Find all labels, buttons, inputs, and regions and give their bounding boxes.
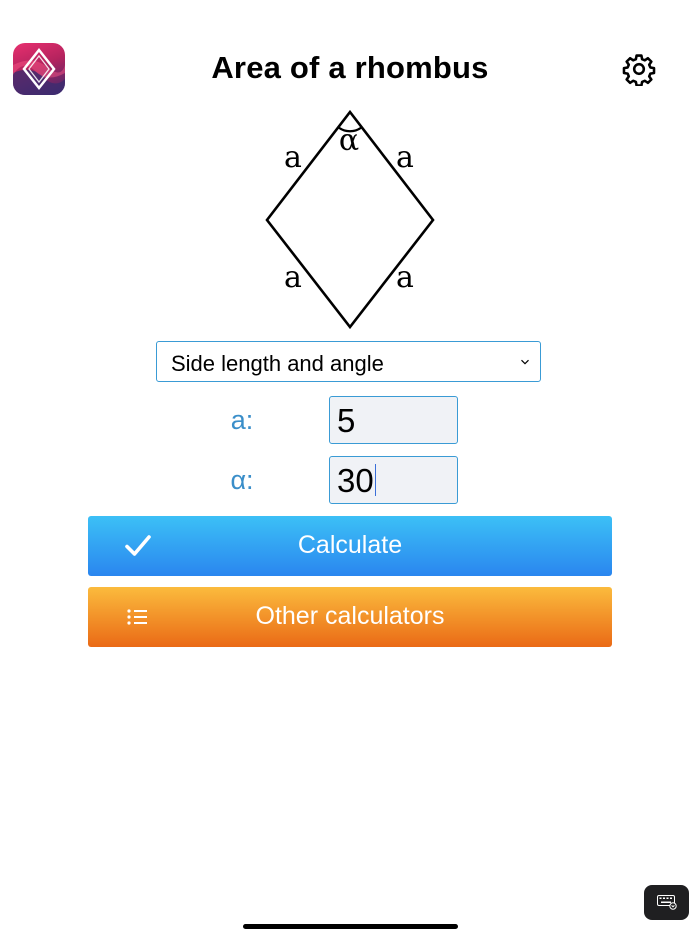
other-calculators-button-label: Other calculators <box>255 602 445 630</box>
side-label-bottom-left: a <box>284 260 302 295</box>
side-label-top-right: a <box>396 140 414 175</box>
side-length-input[interactable]: 5 <box>329 396 458 444</box>
calculate-button[interactable]: Calculate <box>88 516 612 576</box>
calculate-button-label: Calculate <box>297 531 403 559</box>
side-label-bottom-right: a <box>396 260 414 295</box>
keyboard-hide-button[interactable] <box>644 885 689 920</box>
other-calculators-button[interactable]: Other calculators <box>88 587 612 647</box>
angle-input-text: 30 <box>337 462 376 500</box>
side-length-value: 5 <box>337 402 356 439</box>
rhombus-diagram: α a a a a <box>265 109 435 330</box>
select-value: Side length and angle <box>171 351 384 376</box>
angle-label-field: α: <box>230 465 254 495</box>
angle-label: α <box>339 123 359 158</box>
chevron-down-icon <box>521 359 529 365</box>
page-title: Area of a rhombus <box>211 50 489 85</box>
calculation-mode-select[interactable]: Side length and angle <box>156 341 541 382</box>
gear-icon[interactable] <box>622 52 656 87</box>
text-caret <box>374 464 376 496</box>
keyboard-hide-icon <box>657 895 677 910</box>
angle-input[interactable]: 30 <box>329 456 458 504</box>
side-length-label: a: <box>230 405 254 435</box>
home-indicator <box>243 924 458 929</box>
angle-value: 30 <box>337 462 374 499</box>
side-label-top-left: a <box>284 140 302 175</box>
